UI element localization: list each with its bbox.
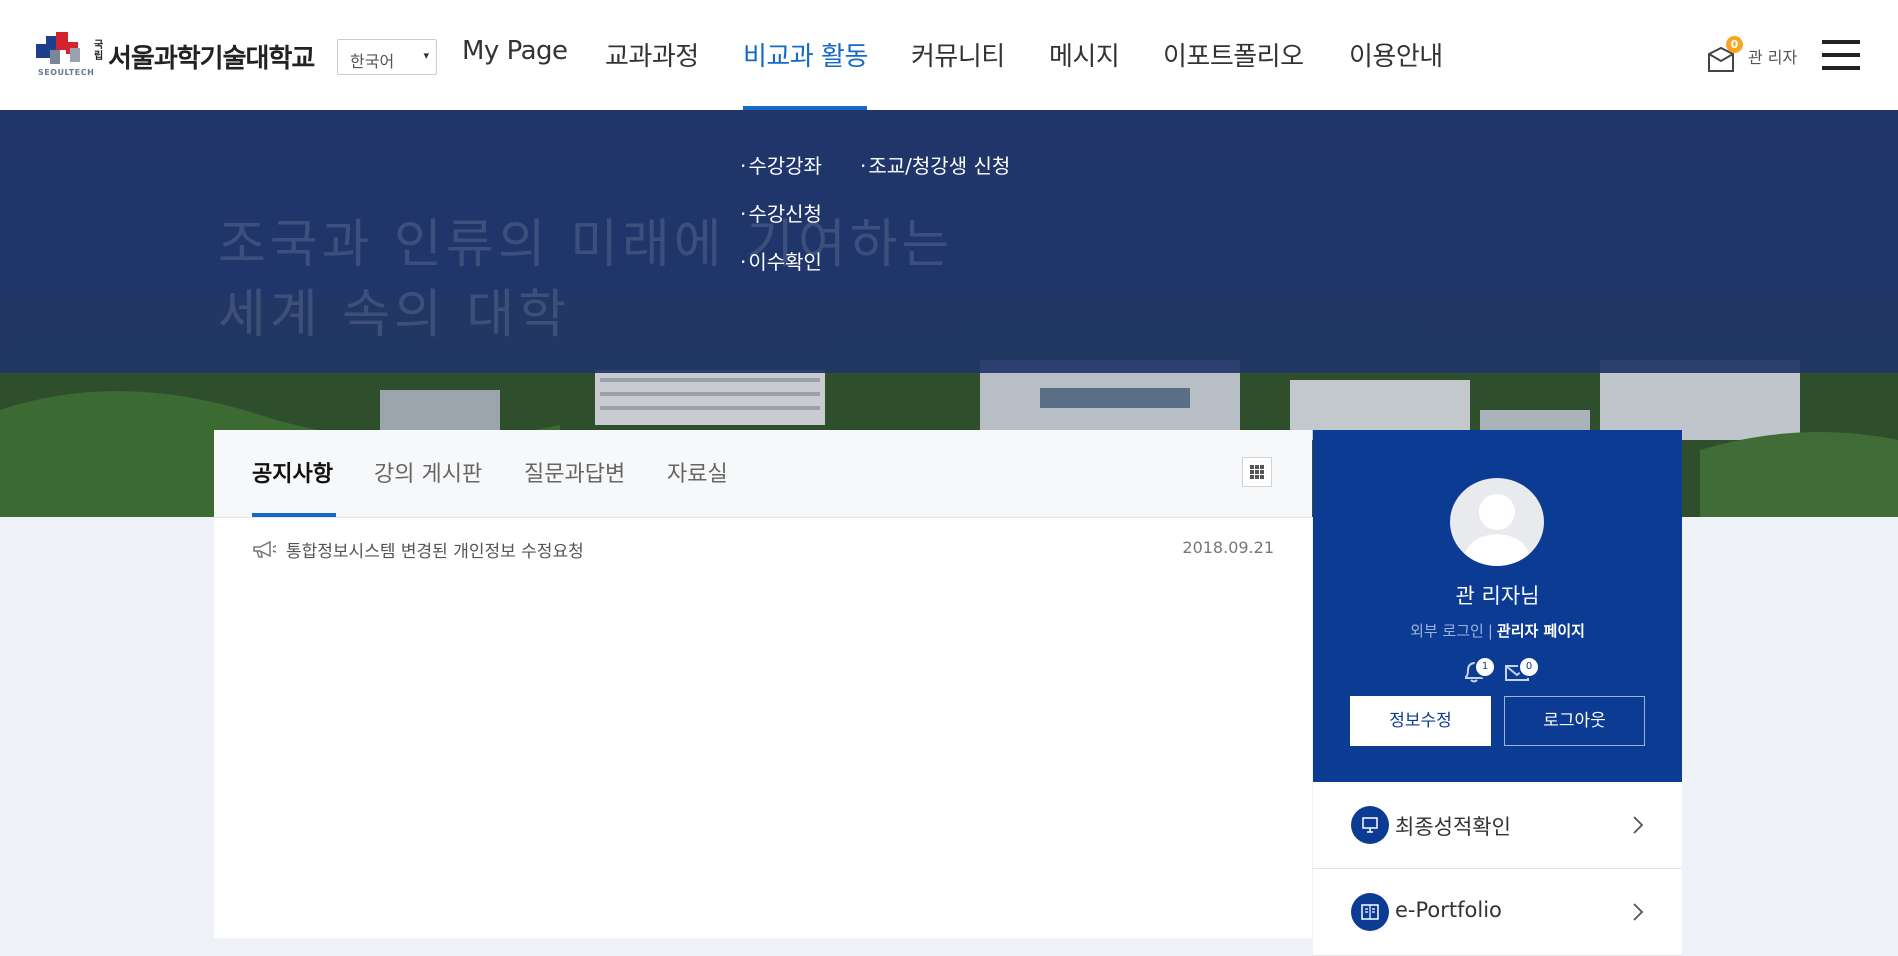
quick-link-final-grades[interactable]: 최종성적확인 [1313,782,1682,869]
message-count-badge: 0 [1518,656,1540,678]
language-select[interactable]: 한국어 ▾ [337,39,437,75]
profile-link-separator: | [1487,622,1493,640]
chevron-down-icon: ▾ [423,49,429,62]
grid-icon [1250,465,1264,479]
nav-extracurricular[interactable]: 비교과 활동 [743,36,868,73]
submenu-completion-check[interactable]: 이수확인 [740,246,822,275]
nav-eportfolio[interactable]: 이포트폴리오 [1163,36,1304,73]
chevron-right-icon [1633,816,1644,834]
logo-university-name: 서울과학기술대학교 [108,44,315,74]
submenu-enrolled-courses[interactable]: 수강강좌 [740,150,822,179]
nav-guide[interactable]: 이용안내 [1349,36,1443,73]
tab-archive[interactable]: 자료실 [667,456,728,488]
hamburger-icon-bar [1822,66,1860,70]
header-user-name: 관 리자 [1748,48,1798,67]
logout-button[interactable]: 로그아웃 [1504,696,1645,746]
seoultech-logo[interactable]: SEOULTECH 국립 서울과학기술대학교 [36,32,324,82]
megaphone-icon [253,540,277,558]
quick-link-eportfolio[interactable]: e-Portfolio [1313,869,1682,956]
profile-panel: 관 리자님 외부 로그인 | 관리자 페이지 1 0 정보수정 로그아웃 [1313,430,1682,782]
nav-curriculum[interactable]: 교과과정 [605,36,699,73]
notice-date: 2018.09.21 [1182,538,1274,557]
logo-sub-label: SEOULTECH [38,68,95,77]
tab-lecture-board[interactable]: 강의 게시판 [374,456,482,488]
tab-qna[interactable]: 질문과답변 [524,456,625,488]
cart-count-badge: 0 [1726,36,1743,53]
logo-national-mark: 국립 [94,40,104,62]
edit-profile-button[interactable]: 정보수정 [1350,696,1491,746]
user-silhouette-icon [1462,494,1532,566]
notice-list-item[interactable]: 통합정보시스템 변경된 개인정보 수정요청 2018.09.21 [252,534,1274,564]
notification-count-badge: 1 [1474,656,1496,678]
submenu-ta-auditor-apply[interactable]: 조교/청강생 신청 [860,150,1010,179]
notice-title[interactable]: 통합정보시스템 변경된 개인정보 수정요청 [286,537,584,562]
avatar [1450,478,1544,566]
tab-notice[interactable]: 공지사항 [252,456,333,488]
book-icon [1351,893,1389,931]
message-button[interactable]: 0 [1503,656,1540,686]
board-tabbar: 공지사항 강의 게시판 질문과답변 자료실 [214,430,1312,518]
more-grid-button[interactable] [1242,457,1272,487]
language-select-value: 한국어 [350,52,395,71]
notification-button[interactable]: 1 [1460,656,1496,686]
chevron-right-icon [1633,903,1644,921]
admin-page-link[interactable]: 관리자 페이지 [1497,622,1585,640]
hamburger-menu-button[interactable] [1822,40,1860,70]
hamburger-icon [1822,40,1860,44]
nav-community[interactable]: 커뮤니티 [911,36,1005,73]
site-header: SEOULTECH 국립 서울과학기술대학교 한국어 ▾ My Page 교과과… [0,0,1898,110]
submenu-course-registration[interactable]: 수강신청 [740,198,822,227]
quick-link-label: 최종성적확인 [1395,815,1511,839]
hamburger-icon-bar [1822,53,1860,57]
hero-slogan: 조국과 인류의 미래에 기여하는 세계 속의 대학 [218,210,954,350]
nav-active-indicator [743,106,867,110]
profile-name: 관 리자님 [1455,584,1540,608]
board-panel: 공지사항 강의 게시판 질문과답변 자료실 통합정보시스템 변경된 개인정보 수… [214,430,1312,938]
monitor-icon [1351,806,1389,844]
hero-slogan-line1: 조국과 인류의 미래에 기여하는 [218,215,954,275]
quick-link-label: e-Portfolio [1395,898,1502,922]
nav-message[interactable]: 메시지 [1049,36,1120,73]
profile-links: 외부 로그인 | 관리자 페이지 [1313,620,1682,641]
external-login-label: 외부 로그인 [1410,622,1484,640]
tab-active-indicator [252,513,336,517]
hero-slogan-line2: 세계 속의 대학 [218,285,571,345]
cart-widget[interactable]: 0 관 리자 [1706,36,1836,76]
nav-my-page[interactable]: My Page [462,36,568,66]
